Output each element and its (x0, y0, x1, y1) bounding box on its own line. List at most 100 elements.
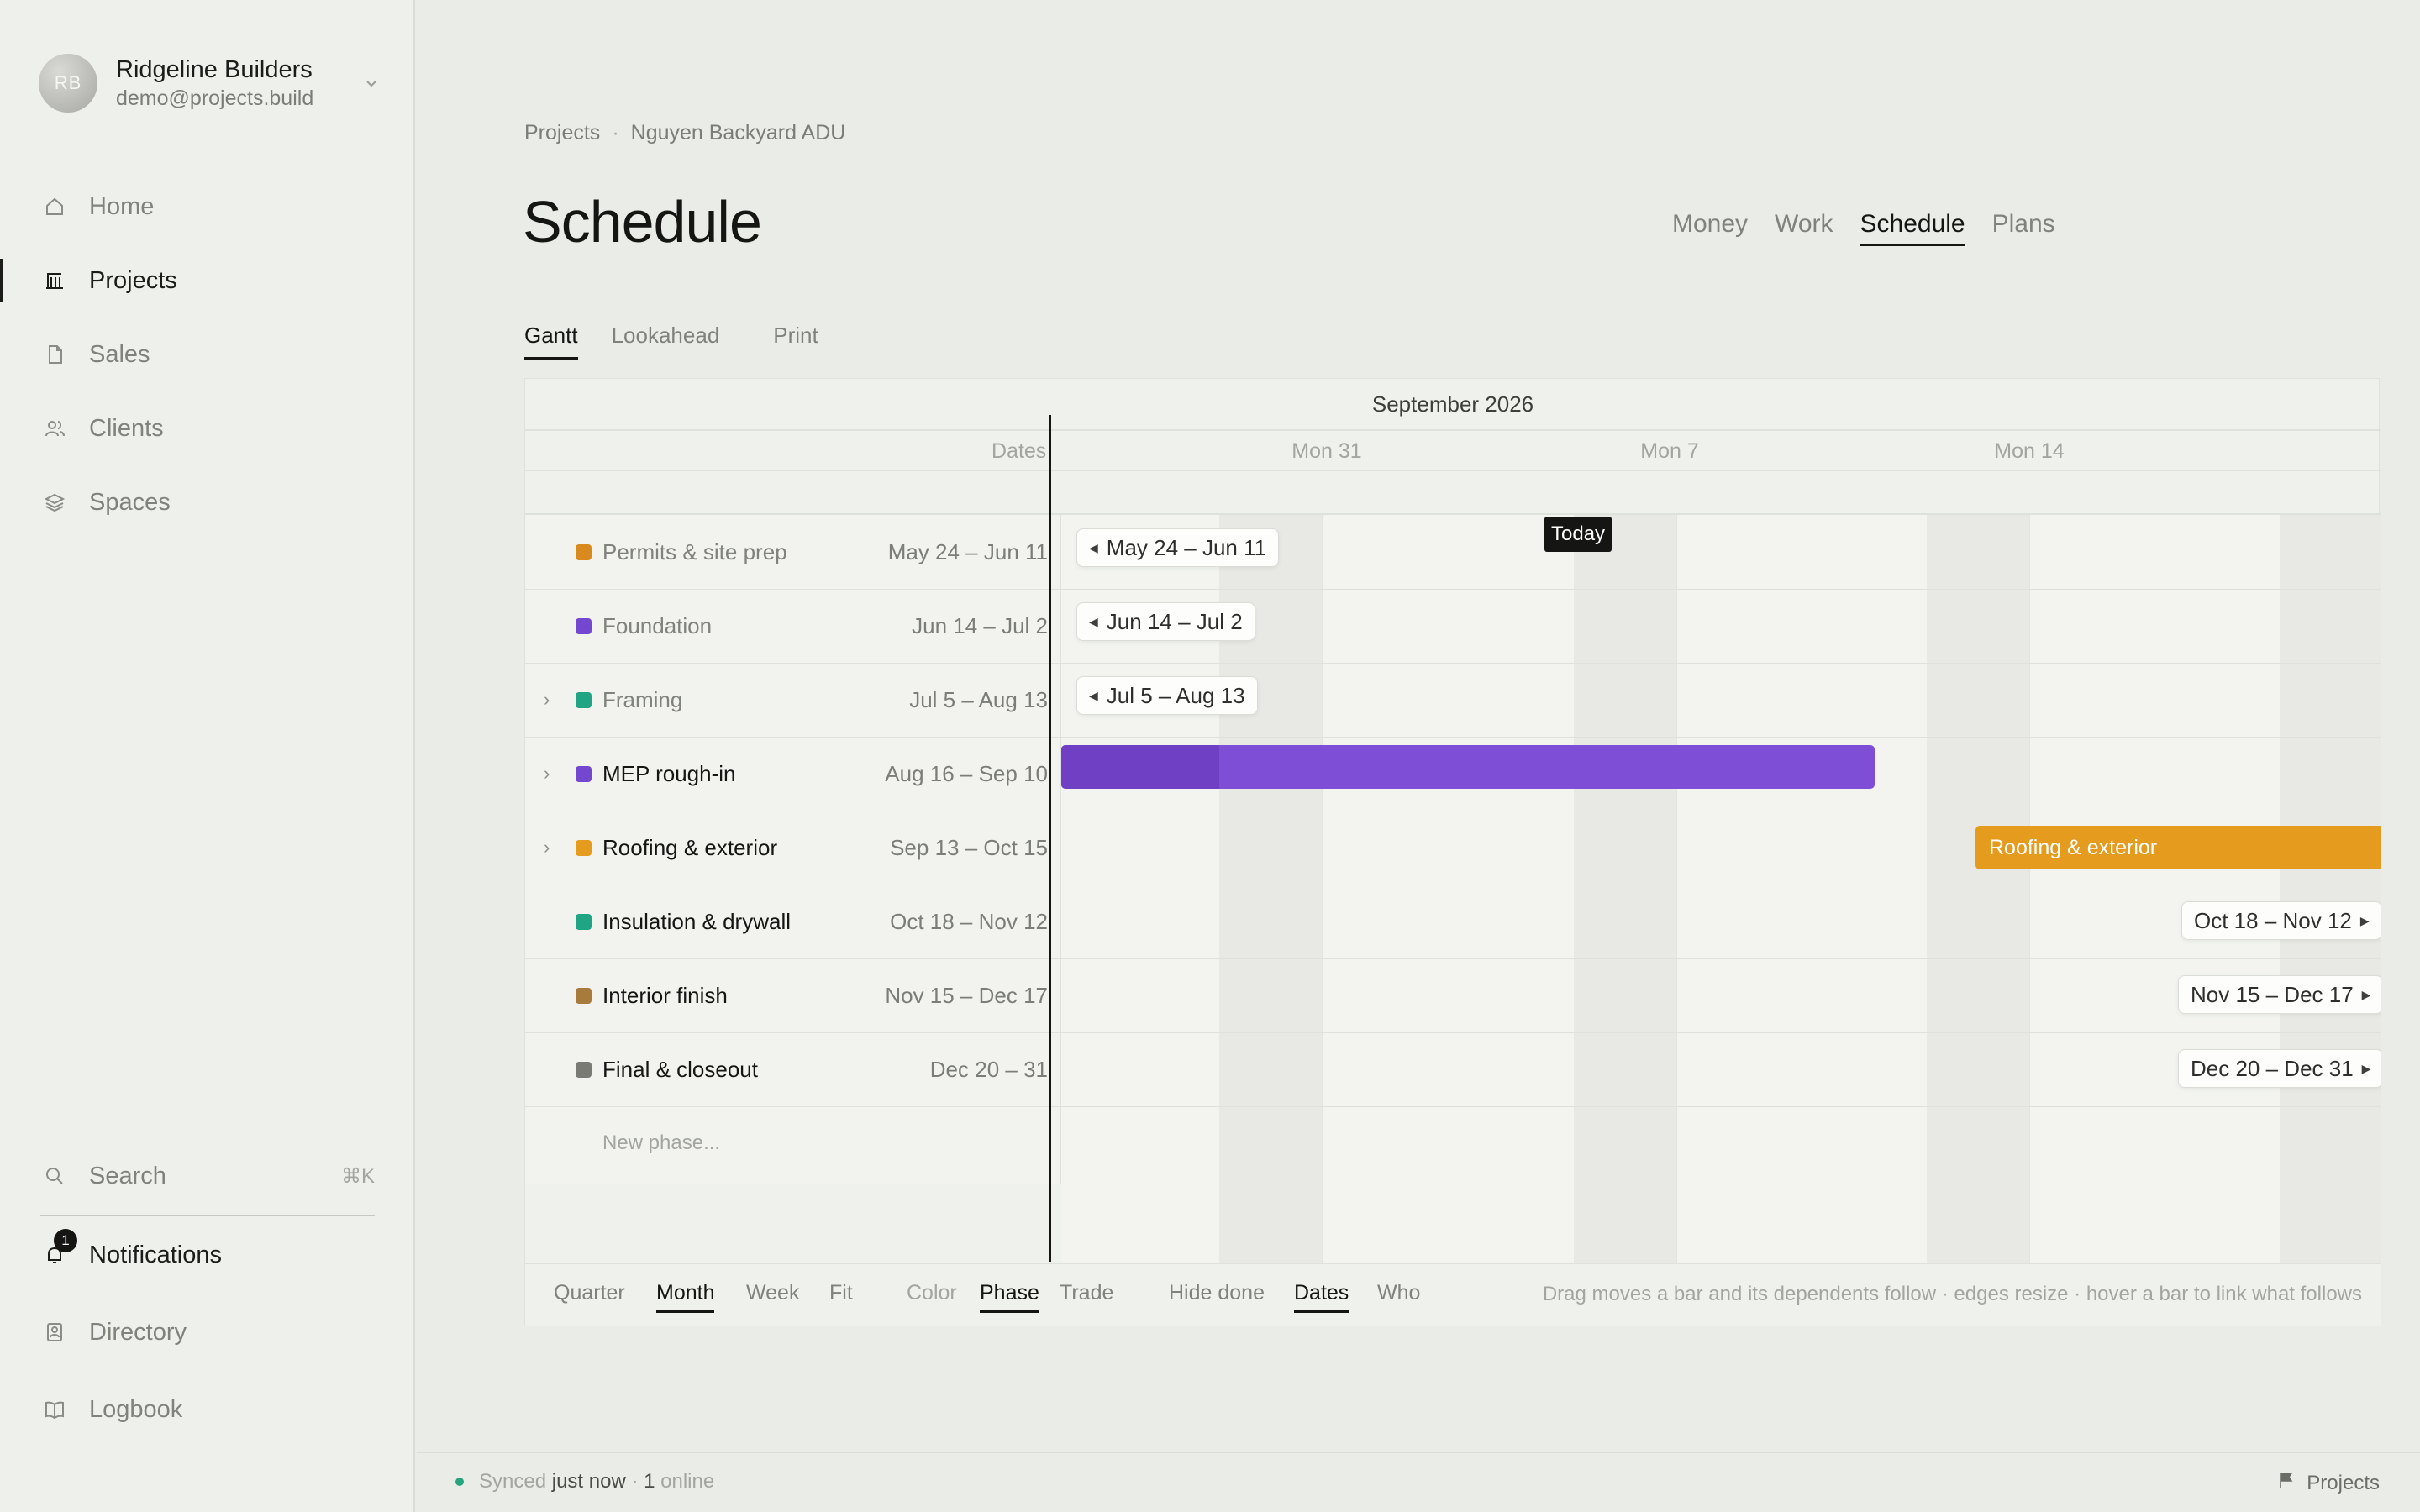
tab-money[interactable]: Money (1672, 210, 1748, 246)
sidebar-item-sales[interactable]: Sales (0, 318, 415, 391)
status-bar: Synced just now · 1 online Projects (417, 1452, 2420, 1512)
sidebar-item-projects[interactable]: Projects (0, 244, 415, 318)
phase-dates: Aug 16 – Sep 10 (885, 760, 1048, 786)
week-gridline (1322, 515, 1323, 1263)
offscreen-left-pill[interactable]: ◀ Jul 5 – Aug 13 (1076, 676, 1258, 715)
weekend-shade (2280, 515, 2381, 1263)
toggle-dates[interactable]: Dates (1294, 1281, 1349, 1313)
gantt-timeline: ◀ May 24 – Jun 11 ◀ Jun 14 – Jul 2 ◀ Jul 5 … (1061, 515, 2381, 1263)
chevron-down-icon[interactable] (360, 71, 383, 95)
tab-work[interactable]: Work (1775, 210, 1833, 246)
phase-color-swatch (576, 987, 592, 1004)
phase-dates: Oct 18 – Nov 12 (890, 908, 1048, 934)
sidebar-bottom: Search ⌘K 1 Notifications Directory Logb… (0, 1139, 415, 1448)
sidebar-item-label: Logbook (89, 1395, 183, 1423)
phase-color-swatch (576, 691, 592, 708)
zoom-week[interactable]: Week (746, 1281, 799, 1310)
directory-icon (42, 1320, 67, 1345)
row-divider (525, 1032, 2381, 1033)
sidebar-nav: Home Projects Sales Clients Spaces (0, 170, 415, 539)
footer-projects-link[interactable]: Projects (2276, 1470, 2380, 1496)
phase-name: Final & closeout (602, 1056, 758, 1082)
tab-schedule[interactable]: Schedule (1860, 210, 1965, 246)
phase-row[interactable]: › MEP rough-in Aug 16 – Sep 10 (525, 737, 1061, 811)
day-label-mon-14: Mon 14 (1994, 439, 2065, 463)
flag-icon (2276, 1470, 2296, 1496)
row-divider (525, 737, 2381, 738)
notification-badge: 1 (54, 1229, 77, 1252)
document-icon (42, 342, 67, 367)
sidebar-item-label: Home (89, 192, 155, 220)
phase-name: Interior finish (602, 982, 728, 1008)
offscreen-right-pill[interactable]: Oct 18 – Nov 12 ▶ (2181, 901, 2381, 940)
dates-column-header: Dates (992, 439, 1047, 463)
tab-plans[interactable]: Plans (1992, 210, 2055, 246)
phase-row[interactable]: Final & closeout Dec 20 – 31 (525, 1032, 1061, 1106)
account-switcher[interactable]: RB Ridgeline Builders demo@projects.buil… (39, 50, 383, 116)
chevron-right-icon[interactable]: › (544, 837, 560, 858)
new-phase-row[interactable]: New phase... (525, 1106, 1061, 1180)
sidebar-item-home[interactable]: Home (0, 170, 415, 244)
sidebar-item-clients[interactable]: Clients (0, 391, 415, 465)
breadcrumb-current[interactable]: Nguyen Backyard ADU (631, 121, 846, 145)
offscreen-right-pill[interactable]: Nov 15 – Dec 17 ▶ (2178, 975, 2381, 1014)
phase-dates: May 24 – Jun 11 (887, 538, 1048, 564)
offscreen-right-pill[interactable]: Dec 20 – Dec 31 ▶ (2178, 1049, 2381, 1088)
zoom-fit[interactable]: Fit (829, 1281, 853, 1310)
breadcrumb-projects[interactable]: Projects (524, 121, 600, 145)
phase-name: Roofing & exterior (602, 834, 778, 860)
search-label: Search (89, 1162, 166, 1189)
tab-lookahead[interactable]: Lookahead (612, 323, 720, 360)
arrow-right-icon: ▶ (2360, 913, 2370, 927)
pill-dates: Oct 18 – Nov 12 (2194, 907, 2352, 933)
sidebar-item-label: Directory (89, 1318, 187, 1346)
phase-row[interactable]: Permits & site prep May 24 – Jun 11 (525, 515, 1061, 589)
color-by-trade[interactable]: Trade (1060, 1281, 1113, 1310)
gantt-day-header: Dates Mon 31 Mon 7 Mon 14 (525, 431, 2381, 471)
phase-row[interactable]: Foundation Jun 14 – Jul 2 (525, 589, 1061, 663)
phase-color-swatch (576, 913, 592, 930)
arrow-left-icon: ◀ (1089, 688, 1098, 702)
sidebar-item-label: Notifications (89, 1241, 222, 1268)
week-gridline (2029, 515, 2030, 1263)
toggle-who[interactable]: Who (1377, 1281, 1420, 1310)
chevron-right-icon[interactable]: › (544, 763, 560, 785)
search-button[interactable]: Search ⌘K (0, 1139, 415, 1213)
projects-icon (42, 268, 67, 293)
avatar: RB (39, 54, 97, 113)
phase-dates: Nov 15 – Dec 17 (885, 982, 1048, 1008)
sidebar-item-notifications[interactable]: 1 Notifications (0, 1216, 415, 1294)
gantt-bar-mep-progress (1061, 745, 1219, 789)
phase-row[interactable]: › Framing Jul 5 – Aug 13 (525, 663, 1061, 737)
row-divider (525, 589, 2381, 590)
sidebar-item-logbook[interactable]: Logbook (0, 1371, 415, 1448)
chevron-right-icon[interactable]: › (544, 689, 560, 711)
bar-label: Roofing & exterior (1989, 835, 2158, 859)
arrow-left-icon: ◀ (1089, 540, 1098, 554)
gantt-header-spacer (525, 471, 2381, 515)
pill-dates: Nov 15 – Dec 17 (2191, 981, 2354, 1007)
sidebar-item-directory[interactable]: Directory (0, 1294, 415, 1371)
phase-row[interactable]: Insulation & drywall Oct 18 – Nov 12 (525, 885, 1061, 958)
pill-dates: Dec 20 – Dec 31 (2191, 1055, 2354, 1081)
color-by-phase[interactable]: Phase (980, 1281, 1039, 1313)
sidebar-item-spaces[interactable]: Spaces (0, 465, 415, 539)
tab-print[interactable]: Print (773, 323, 818, 360)
people-icon (42, 416, 67, 441)
gantt-bar-roofing-exterior[interactable]: Roofing & exterior (1975, 826, 2381, 869)
new-phase-input[interactable]: New phase... (602, 1131, 720, 1155)
phase-name: Foundation (602, 612, 713, 638)
phase-row[interactable]: › Roofing & exterior Sep 13 – Oct 15 (525, 811, 1061, 885)
zoom-quarter[interactable]: Quarter (554, 1281, 625, 1310)
toggle-hide-done[interactable]: Hide done (1169, 1281, 1265, 1310)
offscreen-left-pill[interactable]: ◀ May 24 – Jun 11 (1076, 528, 1280, 567)
breadcrumb: Projects · Nguyen Backyard ADU (524, 121, 845, 145)
zoom-month[interactable]: Month (656, 1281, 715, 1313)
phase-row[interactable]: Interior finish Nov 15 – Dec 17 (525, 958, 1061, 1032)
offscreen-left-pill[interactable]: ◀ Jun 14 – Jul 2 (1076, 602, 1255, 641)
phase-color-swatch (576, 839, 592, 856)
tab-gantt[interactable]: Gantt (524, 323, 578, 360)
online-dot-icon (455, 1478, 464, 1486)
row-divider (525, 1106, 2381, 1107)
color-label: Color (907, 1281, 957, 1305)
